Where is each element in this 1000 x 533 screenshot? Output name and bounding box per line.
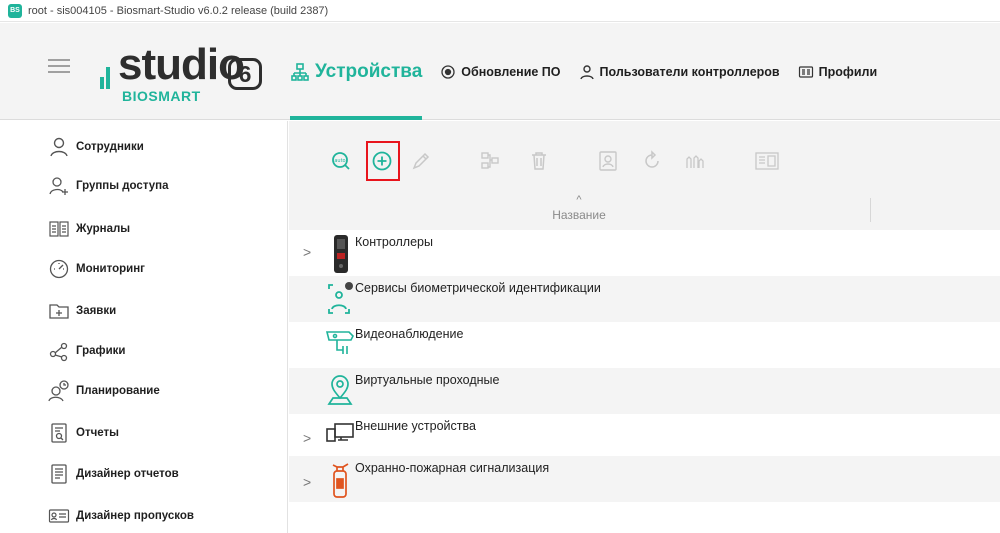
row-label: Виртуальные проходные	[355, 373, 500, 387]
refresh-icon	[641, 150, 663, 172]
edit-button[interactable]	[407, 147, 435, 175]
sidebar-item-access-groups[interactable]: Группы доступа	[48, 174, 168, 198]
row-label: Контроллеры	[355, 235, 433, 249]
window-titlebar: BS root - sis004105 - Biosmart-Studio v6…	[0, 0, 1000, 22]
person-frame-icon	[597, 150, 619, 172]
auto-search-button[interactable]: auto	[327, 147, 355, 175]
column-name-header[interactable]: Название	[289, 208, 869, 222]
add-icon	[371, 150, 393, 172]
sidebar-item-label: Дизайнер отчетов	[76, 468, 179, 480]
refresh-button[interactable]	[638, 147, 666, 175]
auto-search-icon: auto	[330, 150, 352, 172]
report-search-icon	[48, 422, 70, 444]
person-frame-button[interactable]	[594, 147, 622, 175]
table-header: ^ Название	[289, 190, 1000, 230]
table-row-fire-alarm[interactable]: > Охранно-пожарная сигнализация	[289, 456, 1000, 502]
studio-logo: studio 6 BIOSMART	[100, 30, 270, 104]
window-title: root - sis004105 - Biosmart-Studio v6.0.…	[28, 4, 329, 17]
sidebar-item-label: Отчеты	[76, 427, 119, 439]
sidebar-item-label: Сотрудники	[76, 141, 144, 153]
tab-devices[interactable]: Устройства	[290, 23, 423, 120]
row-label: Внешние устройства	[355, 419, 476, 433]
logo-bars-icon	[100, 67, 114, 89]
row-label: Видеонаблюдение	[355, 327, 464, 341]
row-label: Сервисы биометрической идентификации	[355, 281, 601, 295]
delete-icon	[528, 150, 550, 172]
sidebar-item-schedules[interactable]: Графики	[48, 339, 125, 363]
sidebar: Сотрудники Группы доступа Журналы Монито…	[0, 121, 288, 533]
sidebar-item-badge-designer[interactable]: Дизайнер пропусков	[48, 504, 194, 528]
app-icon: BS	[8, 3, 22, 18]
hands-icon	[684, 150, 706, 172]
sidebar-item-label: Мониторинг	[76, 263, 145, 275]
update-icon	[440, 64, 456, 80]
sidebar-item-report-designer[interactable]: Дизайнер отчетов	[48, 462, 179, 486]
panel-icon	[754, 150, 780, 172]
folder-plus-icon	[48, 300, 70, 322]
network-icon	[479, 150, 501, 172]
tab-label: Обновление ПО	[461, 64, 561, 79]
sort-indicator[interactable]: ^	[289, 194, 869, 206]
table-row-virtual-checkpoints[interactable]: Виртуальные проходные	[289, 368, 1000, 414]
report-designer-icon	[48, 463, 70, 485]
hands-button[interactable]	[681, 147, 709, 175]
book-icon	[48, 218, 70, 240]
sidebar-item-label: Графики	[76, 345, 126, 357]
tab-label: Пользователи контроллеров	[599, 64, 780, 79]
gauge-icon	[48, 258, 70, 280]
expand-chevron-icon[interactable]: >	[303, 474, 313, 490]
tab-profiles[interactable]: Профили	[798, 23, 878, 120]
share-nodes-icon	[48, 340, 70, 362]
edit-icon	[410, 150, 432, 172]
sidebar-item-label: Планирование	[76, 385, 160, 397]
sidebar-item-employees[interactable]: Сотрудники	[48, 135, 144, 159]
user-icon	[579, 64, 595, 80]
logo-version: 6	[228, 58, 262, 90]
expand-chevron-icon[interactable]: >	[303, 244, 313, 260]
tab-label: Устройства	[315, 60, 423, 82]
row-label: Охранно-пожарная сигнализация	[355, 461, 550, 475]
table-row-biometric-services[interactable]: Сервисы биометрической идентификации	[289, 276, 1000, 322]
sidebar-item-requests[interactable]: Заявки	[48, 299, 116, 323]
sidebar-item-journals[interactable]: Журналы	[48, 217, 130, 241]
top-tabs: Устройства Обновление ПО Пользователи ко…	[290, 23, 895, 120]
hamburger-menu-icon[interactable]	[48, 57, 70, 75]
badge-designer-icon	[48, 505, 70, 527]
network-button[interactable]	[476, 147, 504, 175]
logo-wordmark: studio	[118, 40, 245, 89]
sidebar-item-reports[interactable]: Отчеты	[48, 421, 119, 445]
add-device-button[interactable]	[368, 147, 396, 175]
tab-update[interactable]: Обновление ПО	[440, 23, 561, 120]
expand-chevron-icon[interactable]: >	[303, 430, 313, 446]
tab-controller-users[interactable]: Пользователи контроллеров	[579, 23, 780, 120]
column-divider[interactable]	[870, 198, 871, 222]
delete-button[interactable]	[525, 147, 553, 175]
sidebar-item-label: Группы доступа	[76, 180, 169, 192]
person-clock-icon	[48, 380, 70, 402]
devices-toolbar: auto	[289, 121, 1000, 201]
table-row-video-surveillance[interactable]: Видеонаблюдение	[289, 322, 1000, 368]
table-row-external-devices[interactable]: > Внешние устройства	[289, 414, 1000, 460]
panel-button[interactable]	[753, 147, 781, 175]
app-header: studio 6 BIOSMART Устройства Обновление …	[0, 23, 1000, 120]
sidebar-item-label: Журналы	[76, 223, 131, 235]
tab-label: Профили	[818, 64, 878, 79]
logo-subtitle: BIOSMART	[122, 88, 201, 104]
table-row-controllers[interactable]: > Контроллеры	[289, 230, 1000, 276]
svg-text:auto: auto	[334, 158, 345, 164]
sidebar-item-label: Заявки	[76, 305, 117, 317]
profile-card-icon	[798, 64, 814, 80]
person-icon	[48, 136, 70, 158]
sidebar-item-label: Дизайнер пропусков	[76, 510, 194, 522]
sidebar-item-planning[interactable]: Планирование	[48, 379, 160, 403]
group-add-icon	[48, 175, 70, 197]
devices-icon	[290, 62, 310, 82]
sidebar-item-monitoring[interactable]: Мониторинг	[48, 257, 145, 281]
